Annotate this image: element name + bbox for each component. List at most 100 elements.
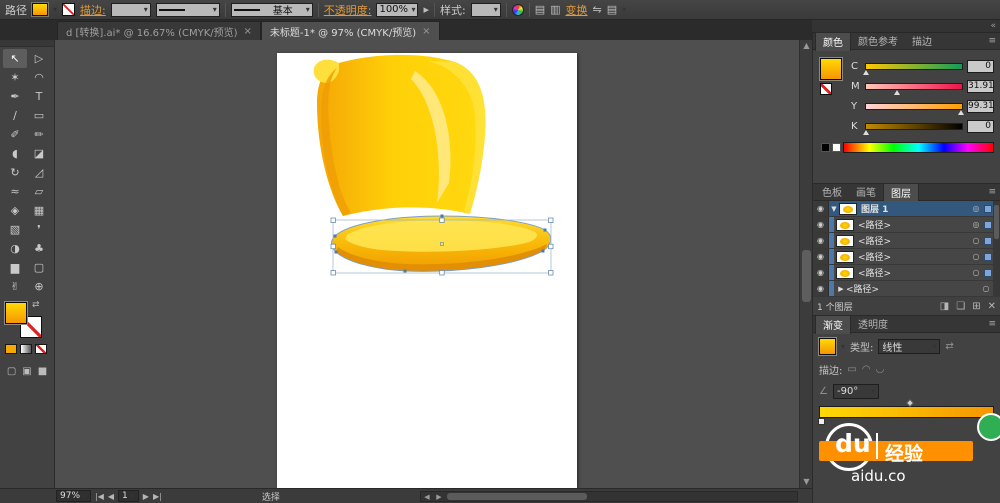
distribute-panel-icon[interactable]: ▥ bbox=[550, 4, 560, 15]
layer-row-path[interactable]: ◉ <路径> ○ bbox=[813, 249, 1000, 265]
visibility-eye-icon[interactable]: ◉ bbox=[813, 233, 829, 248]
tool-pen[interactable]: ✒ bbox=[3, 87, 27, 106]
collapse-dock-icon[interactable]: « bbox=[990, 21, 996, 31]
gradient-midpoint-handle[interactable] bbox=[905, 399, 913, 407]
layer-row-layer1[interactable]: ◉ ▼ 图层 1 ◎ bbox=[813, 201, 1000, 217]
gradient-stop-right[interactable] bbox=[988, 418, 995, 425]
new-layer-icon[interactable]: ⊞ bbox=[972, 301, 980, 312]
draw-inside-icon[interactable]: ■ bbox=[38, 366, 47, 377]
layer-row-path[interactable]: ◉ <路径> ◎ bbox=[813, 217, 1000, 233]
visibility-eye-icon[interactable]: ◉ bbox=[813, 265, 829, 280]
target-circle-icon[interactable]: ◎ bbox=[970, 220, 982, 229]
close-icon[interactable]: × bbox=[244, 26, 252, 37]
tab-color-guide[interactable]: 颜色参考 bbox=[851, 32, 905, 50]
opacity-panel-link[interactable]: 不透明度: bbox=[324, 2, 372, 18]
stroke-gradient-across-icon[interactable]: ◡ bbox=[876, 364, 885, 375]
visibility-eye-icon[interactable]: ◉ bbox=[813, 201, 829, 216]
visibility-eye-icon[interactable]: ◉ bbox=[813, 217, 829, 232]
fill-dropdown-icon[interactable]: ▾ bbox=[53, 5, 57, 14]
selection-indicator[interactable] bbox=[984, 205, 992, 213]
collapsed-triangle-icon[interactable]: ▶ bbox=[836, 285, 846, 293]
draw-behind-icon[interactable]: ▣ bbox=[22, 366, 31, 377]
y-value-field[interactable]: 99.31 bbox=[967, 100, 994, 113]
tool-eyedropper[interactable]: ❜ bbox=[27, 220, 51, 239]
next-artboard-icon[interactable]: ▶ bbox=[143, 492, 149, 501]
tab-layers[interactable]: 图层 bbox=[883, 183, 919, 202]
gradient-angle-dropdown[interactable]: -90°▾ bbox=[833, 384, 879, 399]
gradient-type-dropdown[interactable]: 线性▾ bbox=[878, 339, 940, 354]
opacity-more-icon[interactable]: ▸ bbox=[423, 4, 429, 15]
k-slider-thumb[interactable] bbox=[863, 130, 869, 135]
doc-tab-active[interactable]: 未标题-1* @ 97% (CMYK/预览) × bbox=[261, 21, 440, 40]
new-sublayer-icon[interactable]: ❏ bbox=[956, 301, 965, 312]
transform-panel-link[interactable]: 变换 bbox=[566, 2, 588, 18]
draw-normal-icon[interactable]: ▢ bbox=[7, 366, 16, 377]
tab-stroke[interactable]: 描边 bbox=[905, 32, 939, 50]
black-swatch[interactable] bbox=[821, 143, 830, 152]
expand-triangle-icon[interactable]: ▼ bbox=[829, 205, 839, 213]
stroke-color-swatch[interactable] bbox=[62, 3, 75, 16]
close-icon[interactable]: × bbox=[422, 26, 430, 37]
tab-swatches[interactable]: 色板 bbox=[815, 183, 849, 201]
visibility-eye-icon[interactable]: ◉ bbox=[813, 249, 829, 264]
target-circle-icon[interactable]: ○ bbox=[970, 252, 982, 261]
vertical-scrollbar-thumb[interactable] bbox=[802, 250, 811, 302]
target-circle-icon[interactable]: ◎ bbox=[970, 204, 982, 213]
tab-transparency[interactable]: 透明度 bbox=[851, 315, 895, 333]
scroll-left-icon[interactable]: ◀ bbox=[421, 493, 433, 501]
color-fill-swatch[interactable] bbox=[820, 58, 842, 80]
path-name[interactable]: <路径> bbox=[858, 234, 970, 247]
chevron-down-icon[interactable]: ▾ bbox=[622, 5, 626, 14]
tool-scale[interactable]: ◿ bbox=[27, 163, 51, 182]
artboard[interactable] bbox=[277, 53, 577, 488]
tool-shape-builder[interactable]: ◈ bbox=[3, 201, 27, 220]
target-circle-icon[interactable]: ○ bbox=[980, 284, 992, 293]
tool-line-segment[interactable]: ∕ bbox=[3, 106, 27, 125]
tool-free-transform[interactable]: ▱ bbox=[27, 182, 51, 201]
layer-name[interactable]: 图层 1 bbox=[861, 202, 970, 215]
selection-indicator[interactable] bbox=[984, 237, 992, 245]
panel-menu-icon[interactable]: ≡ bbox=[988, 36, 1000, 46]
layers-scrollbar[interactable] bbox=[993, 201, 1000, 297]
path-name[interactable]: <路径> bbox=[858, 250, 970, 263]
align-panel-icon[interactable]: ▤ bbox=[535, 4, 545, 15]
stroke-width-dropdown[interactable]: ▾ bbox=[111, 3, 151, 17]
brush-definition-dropdown[interactable]: 基本▾ bbox=[231, 3, 313, 17]
tool-zoom[interactable]: ⊕ bbox=[27, 277, 51, 296]
tool-gradient[interactable]: ▧ bbox=[3, 220, 27, 239]
horizontal-scrollbar-thumb[interactable] bbox=[447, 493, 587, 500]
make-clipping-mask-icon[interactable]: ◨ bbox=[940, 301, 949, 312]
white-swatch[interactable] bbox=[832, 143, 841, 152]
c-value-field[interactable]: 0 bbox=[967, 60, 994, 73]
path-name[interactable]: <路径> bbox=[846, 282, 980, 295]
tool-artboard[interactable]: ▢ bbox=[27, 258, 51, 277]
vertical-scrollbar[interactable]: ▲ ▼ bbox=[799, 40, 812, 488]
y-slider[interactable] bbox=[865, 103, 963, 110]
last-artboard-icon[interactable]: ▶| bbox=[153, 492, 162, 501]
tool-symbol-sprayer[interactable]: ♣ bbox=[27, 239, 51, 258]
tool-pencil[interactable]: ✏ bbox=[27, 125, 51, 144]
width-profile-dropdown[interactable]: ▾ bbox=[156, 3, 220, 17]
more-options-icon[interactable]: ▤ bbox=[607, 4, 617, 15]
first-artboard-icon[interactable]: |◀ bbox=[95, 492, 104, 501]
y-slider-thumb[interactable] bbox=[958, 110, 964, 115]
m-slider-thumb[interactable] bbox=[894, 90, 900, 95]
panel-menu-icon[interactable]: ≡ bbox=[988, 319, 1000, 329]
tools-panel-grip[interactable] bbox=[0, 40, 54, 47]
layer-row-path[interactable]: ◉ ▶ <路径> ○ bbox=[813, 281, 1000, 297]
tool-magic-wand[interactable]: ✶ bbox=[3, 68, 27, 87]
prev-artboard-icon[interactable]: ◀ bbox=[108, 492, 114, 501]
c-slider-thumb[interactable] bbox=[863, 70, 869, 75]
zoom-dropdown[interactable]: 97%▾ bbox=[56, 490, 91, 502]
tab-gradient[interactable]: 渐变 bbox=[815, 315, 851, 334]
tool-hand[interactable]: ✌ bbox=[3, 277, 27, 296]
fill-swatch[interactable] bbox=[5, 302, 27, 324]
swap-fill-stroke-icon[interactable]: ⇄ bbox=[32, 300, 40, 310]
k-value-field[interactable]: 0 bbox=[967, 120, 994, 133]
tool-blob-brush[interactable]: ◖ bbox=[3, 144, 27, 163]
tool-mesh[interactable]: ▦ bbox=[27, 201, 51, 220]
selection-indicator[interactable] bbox=[984, 253, 992, 261]
stroke-gradient-within-icon[interactable]: ▭ bbox=[847, 364, 856, 375]
tool-lasso[interactable]: ◠ bbox=[27, 68, 51, 87]
tool-rotate[interactable]: ↻ bbox=[3, 163, 27, 182]
